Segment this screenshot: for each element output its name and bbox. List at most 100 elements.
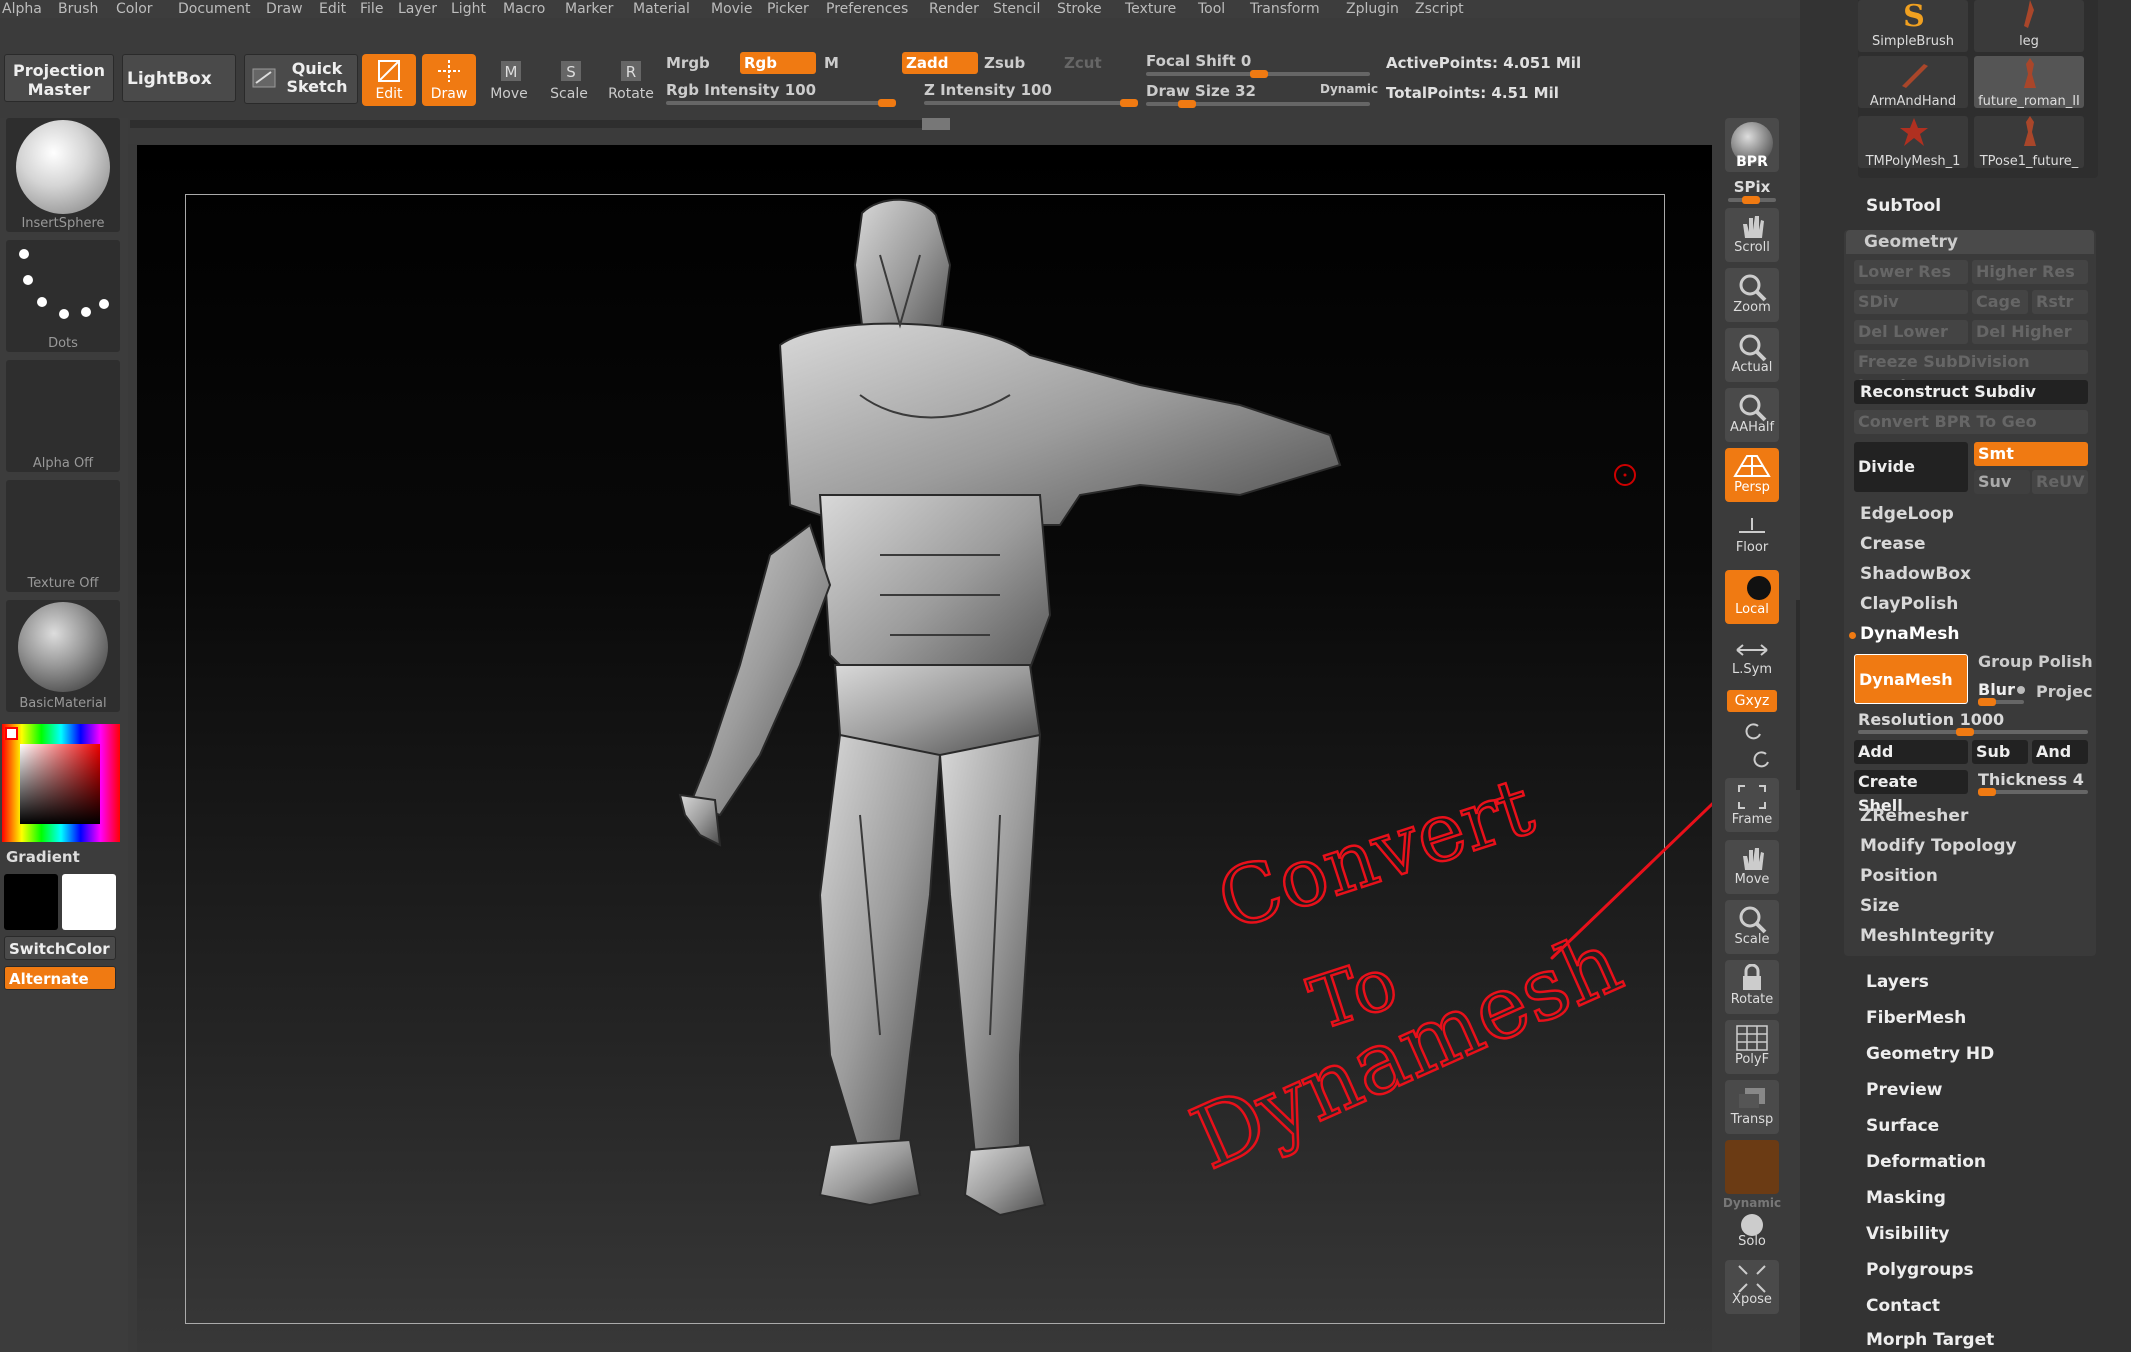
zadd-button[interactable]: Zadd [902,52,978,74]
thumb-future-roman[interactable]: future_roman_II [1974,56,2084,109]
alternate-button[interactable]: Alternate [4,966,116,990]
sdiv-slider[interactable]: SDiv [1854,290,1968,314]
reuv-toggle[interactable]: ReUV [2032,470,2088,494]
del-lower-button[interactable]: Del Lower [1854,320,1968,344]
surface-section[interactable]: Surface [1866,1116,1939,1136]
higher-res-button[interactable]: Higher Res [1972,260,2088,284]
size-section[interactable]: Size [1860,896,1900,916]
scale-button[interactable]: S Scale [542,54,596,106]
edgeloop-section[interactable]: EdgeLoop [1860,504,1954,524]
polish-toggle[interactable]: Polish [2038,652,2093,671]
xyz-button[interactable]: Gxyz [1727,690,1777,712]
menu-item-picker[interactable]: Picker [767,1,809,17]
menu-item-draw[interactable]: Draw [266,1,303,17]
zremesher-section[interactable]: ZRemesher [1860,806,1968,826]
zcut-button[interactable]: Zcut [1064,54,1102,72]
draw-size-slider[interactable] [1146,100,1370,108]
alpha-off-slot[interactable]: Alpha Off [6,360,120,472]
divide-button[interactable]: Divide [1854,442,1968,492]
resolution-slider[interactable] [1858,728,2088,736]
cage-button[interactable]: Cage [1972,290,2028,314]
edit-button[interactable]: Edit [362,54,416,106]
projection-master-button[interactable]: Projection Master [4,54,114,102]
dynamesh-button[interactable]: DynaMesh [1854,654,1968,704]
m-button[interactable]: M [824,54,839,72]
geometry-hd-section[interactable]: Geometry HD [1866,1044,1994,1064]
menu-item-stroke[interactable]: Stroke [1057,1,1102,17]
thumb-tpose[interactable]: TPose1_future_ [1974,116,2084,169]
menu-item-light[interactable]: Light [451,1,486,17]
del-higher-button[interactable]: Del Higher [1972,320,2088,344]
menu-item-marker[interactable]: Marker [565,1,613,17]
lightbox-button[interactable]: LightBox [122,54,236,102]
menu-item-material[interactable]: Material [633,1,690,17]
shadowbox-section[interactable]: ShadowBox [1860,564,1971,584]
menu-item-brush[interactable]: Brush [58,1,98,17]
color-picker[interactable] [2,724,120,842]
z-intensity-slider[interactable] [924,99,1138,107]
rotate-y-icon[interactable] [1742,720,1764,742]
dots-stroke[interactable]: Dots [6,240,120,352]
group-toggle[interactable]: Group [1978,652,2033,671]
fibermesh-section[interactable]: FiberMesh [1866,1008,1966,1028]
menu-item-tool[interactable]: Tool [1198,1,1225,17]
menu-item-document[interactable]: Document [178,1,251,17]
preview-section[interactable]: Preview [1866,1080,1943,1100]
move-button[interactable]: M Move [482,54,536,106]
top-scrollbar[interactable] [130,118,950,130]
menu-item-render[interactable]: Render [929,1,979,17]
quick-sketch-button[interactable]: Quick Sketch [244,54,358,104]
secondary-color-swatch[interactable] [62,874,116,930]
menu-item-zscript[interactable]: Zscript [1415,1,1464,17]
masking-section[interactable]: Masking [1866,1188,1946,1208]
freeze-subdivision-button[interactable]: Freeze SubDivision Levels [1854,350,2088,395]
thumb-leg[interactable]: leg [1974,0,2084,52]
and-button[interactable]: And [2032,740,2088,764]
visibility-section[interactable]: Visibility [1866,1224,1950,1244]
layers-section[interactable]: Layers [1866,972,1929,992]
mrgb-button[interactable]: Mrgb [666,54,710,72]
menu-item-file[interactable]: File [360,1,383,17]
spix-slider[interactable] [1728,196,1776,204]
rgb-button[interactable]: Rgb [740,52,816,74]
thumb-armandhand[interactable]: ArmAndHand [1858,56,1968,109]
thumb-simplebrush[interactable]: S SimpleBrush [1858,0,1968,52]
menu-item-movie[interactable]: Movie [711,1,752,17]
blur-slider-track[interactable] [1978,698,2024,706]
meshintegrity-section[interactable]: MeshIntegrity [1860,926,1994,946]
menu-item-preferences[interactable]: Preferences [826,1,908,17]
create-shell-button[interactable]: Create Shell [1854,770,1968,815]
menu-item-layer[interactable]: Layer [398,1,437,17]
insert-sphere-brush[interactable]: InsertSphere [6,118,120,232]
suv-toggle[interactable]: Suv [1974,470,2030,494]
color-saturation-square[interactable] [20,744,100,824]
convert-bpr-button[interactable]: Convert BPR To Geo [1854,410,2088,434]
rotate-button[interactable]: R Rotate [602,54,660,106]
bpr-button[interactable]: BPR [1725,118,1779,172]
menu-item-alpha[interactable]: Alpha [2,1,42,17]
position-section[interactable]: Position [1860,866,1938,886]
rgb-intensity-slider[interactable] [666,99,896,107]
dynamesh-section[interactable]: DynaMesh [1860,624,1959,644]
geometry-header[interactable]: Geometry [1846,230,2094,254]
project-toggle[interactable]: Projec [2036,682,2092,701]
subtool-section[interactable]: SubTool [1866,196,1941,216]
texture-off-slot[interactable]: Texture Off [6,480,120,592]
menu-item-color[interactable]: Color [116,1,153,17]
menu-item-zplugin[interactable]: Zplugin [1346,1,1399,17]
deformation-section[interactable]: Deformation [1866,1152,1986,1172]
basic-material-slot[interactable]: BasicMaterial [6,600,120,712]
rstr-button[interactable]: Rstr [2032,290,2088,314]
ghost-button[interactable] [1725,1140,1779,1194]
main-color-swatch[interactable] [4,874,58,930]
polygroups-section[interactable]: Polygroups [1866,1260,1974,1280]
zsub-button[interactable]: Zsub [984,54,1025,72]
dynamic-toggle[interactable]: Dynamic [1320,82,1378,96]
morph-target-section[interactable]: Morph Target [1866,1330,1994,1350]
modify-topology-section[interactable]: Modify Topology [1860,836,2017,856]
menu-item-edit[interactable]: Edit [319,1,346,17]
add-button[interactable]: Add [1854,740,1968,764]
crease-section[interactable]: Crease [1860,534,1926,554]
claypolish-section[interactable]: ClayPolish [1860,594,1958,614]
thumb-tmpolymesh[interactable]: TMPolyMesh_1 [1858,116,1968,169]
